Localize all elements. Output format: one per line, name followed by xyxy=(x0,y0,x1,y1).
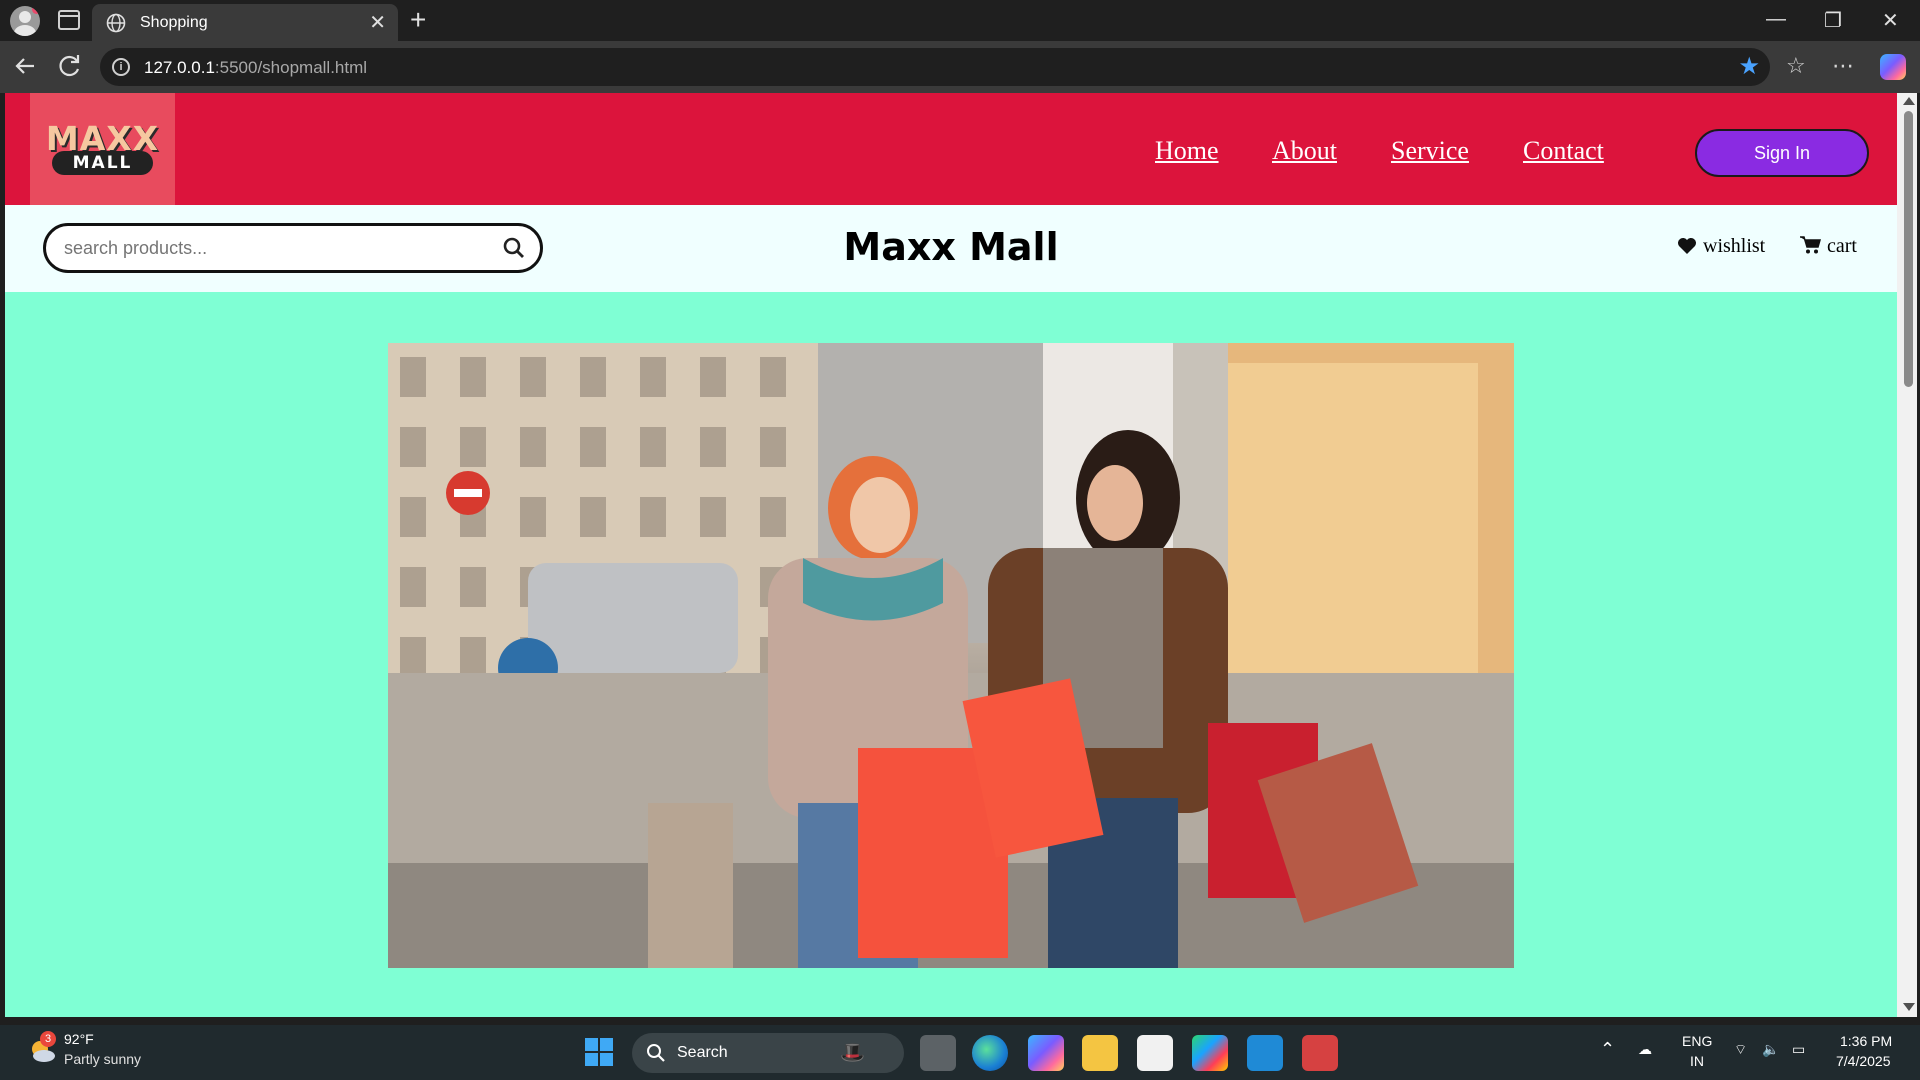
paint-app-icon[interactable] xyxy=(1302,1035,1338,1071)
copilot-app-icon[interactable] xyxy=(1028,1035,1064,1071)
maxx-mall-logo[interactable]: MAXX MALL xyxy=(30,93,175,205)
vscode-icon[interactable] xyxy=(1247,1035,1283,1071)
language-region[interactable]: IN xyxy=(1690,1053,1704,1069)
weather-badge: 3 xyxy=(40,1031,56,1047)
close-window-icon[interactable]: ✕ xyxy=(1882,8,1899,33)
profile-avatar-icon[interactable] xyxy=(10,6,40,36)
battery-icon[interactable]: ▭ xyxy=(1792,1041,1805,1058)
search-bar-row: search products... Maxx Mall wishlist ca… xyxy=(5,205,1897,292)
browser-tab-shopping[interactable]: Shopping ✕ xyxy=(92,4,398,41)
search-highlight-icon: 🎩 xyxy=(840,1042,865,1064)
scrollbar-thumb[interactable] xyxy=(1904,111,1913,387)
show-hidden-icons-icon[interactable]: ⌃ xyxy=(1600,1039,1615,1060)
hero-image xyxy=(388,343,1514,968)
more-options-icon[interactable]: ⋯ xyxy=(1832,53,1854,79)
window-edge-bottom xyxy=(0,1017,1920,1025)
nav-service-link[interactable]: Service xyxy=(1391,136,1469,166)
task-view-icon[interactable] xyxy=(920,1035,956,1071)
tab-actions-icon[interactable] xyxy=(58,10,80,30)
minimize-icon[interactable]: — xyxy=(1766,8,1786,31)
new-tab-icon[interactable]: + xyxy=(410,4,426,36)
taskbar-search[interactable]: Search 🎩 xyxy=(632,1033,904,1073)
weather-condition[interactable]: Partly sunny xyxy=(64,1051,141,1067)
microsoft-store-icon[interactable] xyxy=(1137,1035,1173,1071)
tab-close-icon[interactable]: ✕ xyxy=(369,10,386,35)
scroll-up-icon[interactable] xyxy=(1903,97,1915,105)
site-header: MAXX MALL Home About Service Contact Sig… xyxy=(5,93,1897,205)
language-code[interactable]: ENG xyxy=(1682,1033,1712,1049)
wishlist-link[interactable]: wishlist xyxy=(1677,235,1765,258)
clock-date[interactable]: 7/4/2025 xyxy=(1836,1053,1891,1069)
cart-icon xyxy=(1800,236,1821,254)
favorite-star-icon[interactable]: ★ xyxy=(1738,52,1760,81)
page-title: Maxx Mall xyxy=(843,225,1059,269)
nav-contact-link[interactable]: Contact xyxy=(1523,136,1604,166)
address-bar[interactable]: i 127.0.0.1:5500/shopmall.html ★ xyxy=(100,48,1770,86)
weather-temperature[interactable]: 92°F xyxy=(64,1031,94,1047)
site-info-icon[interactable]: i xyxy=(112,58,130,76)
nav-about-link[interactable]: About xyxy=(1272,136,1337,166)
clock-time[interactable]: 1:36 PM xyxy=(1840,1033,1892,1049)
wishlist-label: wishlist xyxy=(1703,235,1766,257)
cart-link[interactable]: cart xyxy=(1799,235,1857,258)
file-explorer-icon[interactable] xyxy=(1082,1035,1118,1071)
tab-title: Shopping xyxy=(140,14,208,31)
volume-icon[interactable]: 🔈 xyxy=(1762,1041,1779,1058)
taskbar: 3 92°F Partly sunny Search 🎩 ⌃ ☁ ENG IN … xyxy=(0,1025,1920,1080)
globe-icon xyxy=(106,13,126,33)
nav-home-link[interactable]: Home xyxy=(1155,136,1219,166)
copilot-icon[interactable] xyxy=(1880,54,1906,80)
cart-label: cart xyxy=(1827,235,1857,257)
browser-toolbar: i 127.0.0.1:5500/shopmall.html ★ ☆ ⋯ xyxy=(0,41,1920,93)
page-viewport: MAXX MALL Home About Service Contact Sig… xyxy=(5,93,1897,1017)
browser-tabstrip: Shopping ✕ + — ❐ ✕ xyxy=(0,0,1920,41)
url-text: 127.0.0.1:5500/shopmall.html xyxy=(144,58,368,77)
play-store-icon[interactable] xyxy=(1192,1035,1228,1071)
scroll-down-icon[interactable] xyxy=(1903,1003,1915,1011)
logo-subword: MALL xyxy=(52,151,153,175)
restore-icon[interactable]: ❐ xyxy=(1824,8,1842,33)
onedrive-icon[interactable]: ☁ xyxy=(1638,1041,1652,1058)
taskbar-search-label: Search xyxy=(677,1044,728,1061)
wifi-icon[interactable]: ⌔ xyxy=(1734,1041,1747,1059)
reload-icon[interactable] xyxy=(55,51,85,81)
heart-icon xyxy=(1678,238,1696,254)
shopping-women-photo xyxy=(388,343,1514,968)
sign-in-button[interactable]: Sign In xyxy=(1695,129,1869,177)
search-icon xyxy=(647,1044,665,1062)
back-icon[interactable] xyxy=(10,51,40,81)
windows-start-icon[interactable] xyxy=(584,1037,614,1067)
favorites-icon[interactable]: ☆ xyxy=(1786,53,1806,79)
edge-browser-icon[interactable] xyxy=(972,1035,1008,1071)
